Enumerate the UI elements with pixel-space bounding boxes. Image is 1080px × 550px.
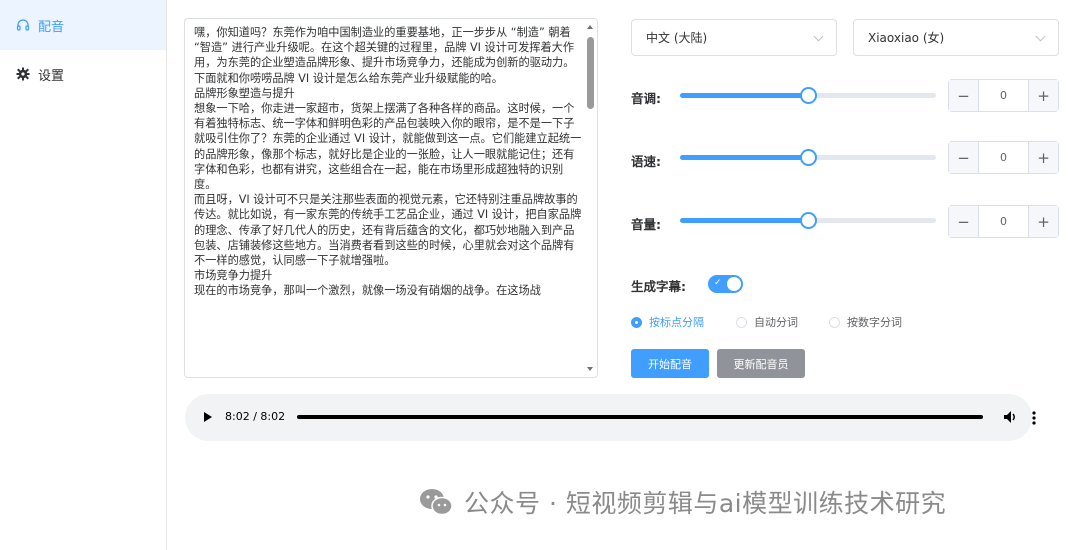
increase-button[interactable]: + [1028,80,1058,111]
voice-select[interactable]: Xiaoxiao (女) [853,19,1059,56]
chevron-down-icon [813,31,824,42]
sidebar-item-label: 设置 [38,68,65,84]
update-voices-button[interactable]: 更新配音员 [717,349,805,378]
radio-split-number[interactable]: 按数字分词 [829,314,902,330]
radio-circle [736,316,747,328]
app-root: 配音 设置 嘿，你知道吗？东莞作为咱中国制造业的重要基地，正一步步从 “制造” … [0,0,1080,550]
script-textarea[interactable]: 嘿，你知道吗？东莞作为咱中国制造业的重要基地，正一步步从 “制造” 朝着 “智造… [184,18,598,378]
more-options-icon[interactable] [1032,409,1036,427]
radio-label: 自动分词 [754,316,798,329]
slider-handle[interactable] [800,87,817,104]
textarea-scrollbar[interactable] [583,19,597,377]
watermark: 公众号 · 短视频剪辑与ai模型训练技术研究 [418,484,946,520]
audio-progress-bar[interactable] [297,415,983,419]
volume-slider[interactable] [680,212,936,229]
pitch-slider[interactable] [680,87,936,104]
play-icon[interactable] [204,412,212,422]
slider-fill [680,155,808,160]
scroll-up-arrow-icon[interactable] [587,25,593,29]
start-dubbing-button[interactable]: 开始配音 [631,349,709,378]
scroll-down-arrow-icon[interactable] [587,367,593,371]
decrease-button[interactable]: − [949,206,979,237]
gear-icon [16,67,30,81]
pitch-stepper[interactable]: − 0 + [948,79,1059,112]
radio-label: 按数字分词 [847,316,902,329]
script-text[interactable]: 嘿，你知道吗？东莞作为咱中国制造业的重要基地，正一步步从 “制造” 朝着 “智造… [194,25,582,375]
radio-split-auto[interactable]: 自动分词 [736,314,798,330]
headphones-icon [16,18,30,32]
slider-handle[interactable] [800,149,817,166]
speed-slider[interactable] [680,149,936,166]
wechat-icon [418,487,454,517]
language-select[interactable]: 中文 (大陆) [631,19,837,56]
slider-fill [680,218,808,223]
chevron-down-icon [1035,31,1046,42]
sidebar-item-dubbing[interactable]: 配音 [0,0,166,50]
sidebar-item-settings[interactable]: 设置 [0,50,166,98]
watermark-text: 公众号 · 短视频剪辑与ai模型训练技术研究 [464,489,947,518]
volume-icon[interactable] [1003,408,1017,426]
volume-label: 音量: [631,217,661,232]
radio-label: 按标点分隔 [649,316,704,329]
speed-stepper[interactable]: − 0 + [948,141,1059,174]
radio-split-punctuation[interactable]: 按标点分隔 [631,314,704,330]
sidebar: 配音 设置 [0,0,167,550]
language-select-value: 中文 (大陆) [646,31,708,45]
audio-player: 8:02 / 8:02 [185,394,1036,441]
increase-button[interactable]: + [1028,142,1058,173]
increase-button[interactable]: + [1028,206,1058,237]
sidebar-item-label: 配音 [38,19,65,35]
subtitle-toggle[interactable]: ✓ [708,275,743,293]
decrease-button[interactable]: − [949,142,979,173]
volume-stepper[interactable]: − 0 + [948,205,1059,238]
audio-time: 8:02 / 8:02 [225,410,286,423]
radio-circle [829,316,840,328]
radio-circle [631,316,642,328]
scroll-thumb[interactable] [587,37,594,109]
subtitle-label: 生成字幕: [631,279,686,294]
voice-select-value: Xiaoxiao (女) [868,31,945,45]
check-icon: ✓ [714,278,722,288]
toggle-knob [727,277,741,291]
slider-handle[interactable] [800,212,817,229]
decrease-button[interactable]: − [949,80,979,111]
pitch-label: 音调: [631,91,661,106]
slider-fill [680,93,808,98]
speed-value[interactable]: 0 [979,142,1028,173]
pitch-value[interactable]: 0 [979,80,1028,111]
speed-label: 语速: [631,154,661,169]
volume-value[interactable]: 0 [979,206,1028,237]
